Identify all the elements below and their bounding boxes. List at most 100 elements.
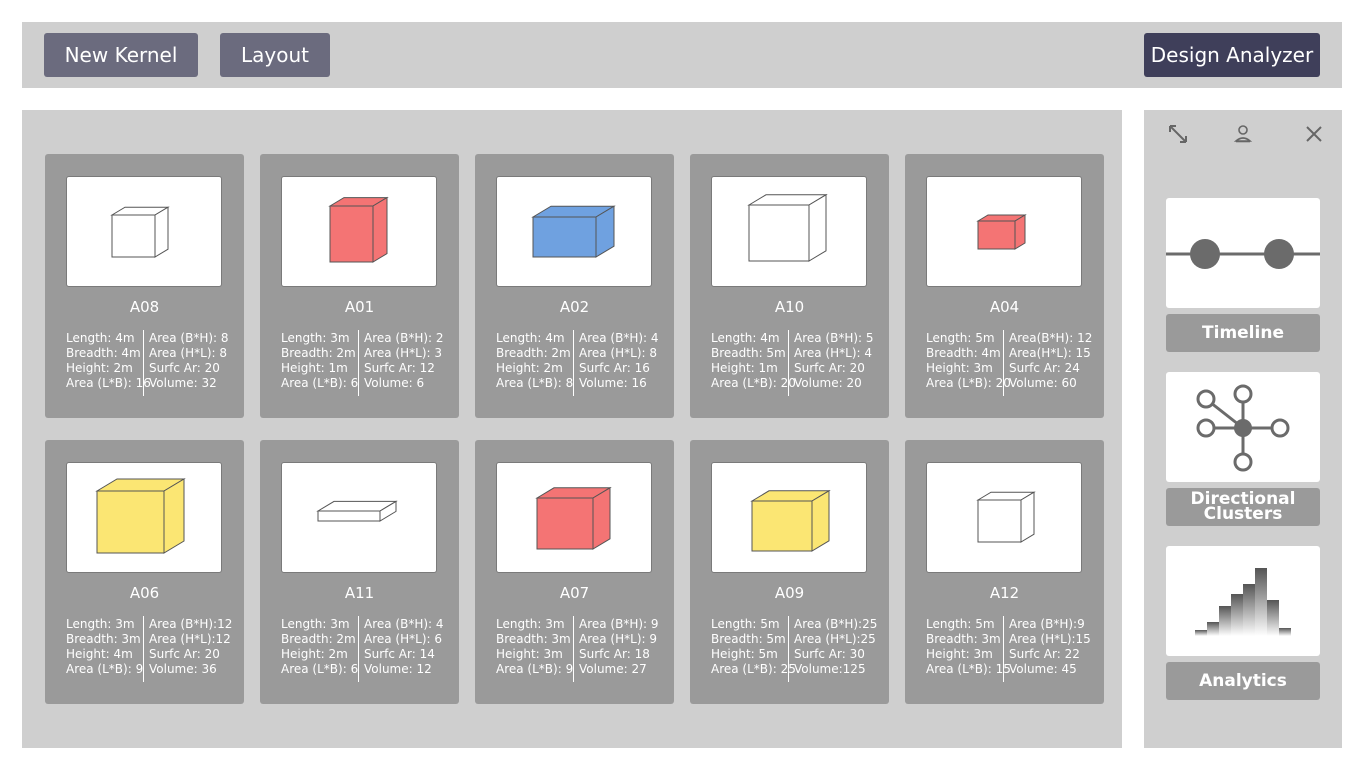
- kernel-card[interactable]: A08 Length: 4m Breadth: 4m Height: 2m Area (…: [45, 154, 244, 418]
- kernel-dimensions: Length: 4m Breadth: 5m Height: 1m Area (L*B…: [711, 331, 796, 391]
- dimension-line: Breadth: 5m: [711, 346, 786, 360]
- timeline-button[interactable]: Timeline: [1166, 314, 1320, 352]
- dimension-line: Length: 3m: [281, 617, 350, 631]
- timeline-icon: [1166, 239, 1320, 269]
- kernel-areas: Area (B*H): 9 Area (H*L): 9 Surfc Ar: 18 Vo…: [579, 617, 659, 677]
- dimension-line: Length: 5m: [926, 617, 995, 631]
- kernel-areas: Area (B*H):12 Area (H*L):12 Surfc Ar: 20 Vo…: [149, 617, 232, 677]
- dimension-line: Breadth: 4m: [66, 346, 141, 360]
- area-line: Area(B*H): 12: [1009, 331, 1093, 345]
- dimension-line: Length: 4m: [66, 331, 135, 345]
- kernel-name: A02: [559, 298, 590, 316]
- layout-button[interactable]: Layout: [220, 33, 330, 77]
- dimension-line: Area (L*B): 6: [281, 662, 359, 676]
- dimension-line: Area (L*B): 15: [926, 662, 1011, 676]
- stats-divider: [573, 330, 574, 396]
- area-line: Area (B*H): 4: [579, 331, 659, 345]
- kernel-card[interactable]: A01 Length: 3m Breadth: 2m Height: 1m Area (…: [260, 154, 459, 418]
- directional-clusters-button[interactable]: Directional Clusters: [1166, 488, 1320, 526]
- area-line: Surfc Ar: 12: [364, 361, 435, 375]
- kernel-thumbnail[interactable]: [711, 176, 867, 287]
- dimension-line: Area (L*B): 20: [926, 376, 1011, 390]
- kernel-areas: Area (B*H):9 Area (H*L):15 Surfc Ar: 22 Vol…: [1009, 617, 1091, 677]
- area-line: Volume: 20: [794, 376, 862, 390]
- dimension-line: Breadth: 3m: [66, 632, 141, 646]
- stats-divider: [1003, 616, 1004, 682]
- area-line: Area (H*L): 4: [794, 346, 872, 360]
- kernel-thumbnail[interactable]: [66, 176, 222, 287]
- new-kernel-button[interactable]: New Kernel: [44, 33, 198, 77]
- kernel-thumbnail[interactable]: [711, 462, 867, 573]
- area-line: Area (B*H):9: [1009, 617, 1085, 631]
- dimension-line: Length: 3m: [496, 617, 565, 631]
- kernel-name: A06: [129, 584, 160, 602]
- directional-clusters-tile[interactable]: [1166, 372, 1320, 482]
- user-icon[interactable]: [1231, 122, 1255, 146]
- clusters-label-line2: Clusters: [1203, 504, 1283, 524]
- kernel-card[interactable]: A11 Length: 3m Breadth: 2m Height: 2m Area (…: [260, 440, 459, 704]
- stats-divider: [788, 330, 789, 396]
- area-line: Volume:125: [794, 662, 866, 676]
- kernel-card[interactable]: A04 Length: 5m Breadth: 4m Height: 3m Area (…: [905, 154, 1104, 418]
- dimension-line: Height: 2m: [281, 647, 348, 661]
- kernel-areas: Area (B*H): 5 Area (H*L): 4 Surfc Ar: 20 Vo…: [794, 331, 874, 391]
- cube-icon: [750, 489, 831, 552]
- kernel-card[interactable]: A09 Length: 5m Breadth: 5m Height: 5m Area (…: [690, 440, 889, 704]
- area-line: Volume: 12: [364, 662, 432, 676]
- dimension-line: Length: 4m: [496, 331, 565, 345]
- kernel-card[interactable]: A12 Length: 5m Breadth: 3m Height: 3m Area (…: [905, 440, 1104, 704]
- timeline-tile[interactable]: [1166, 198, 1320, 308]
- dimension-line: Height: 3m: [926, 361, 993, 375]
- area-line: Volume: 45: [1009, 662, 1077, 676]
- resize-icon[interactable]: [1166, 122, 1190, 146]
- kernel-thumbnail[interactable]: [281, 176, 437, 287]
- dimension-line: Breadth: 3m: [496, 632, 571, 646]
- dimension-line: Height: 5m: [711, 647, 778, 661]
- kernel-card[interactable]: A10 Length: 4m Breadth: 5m Height: 1m Area (…: [690, 154, 889, 418]
- dimension-line: Height: 4m: [66, 647, 133, 661]
- kernel-thumbnail[interactable]: [926, 462, 1082, 573]
- histogram-icon: [1195, 568, 1291, 636]
- area-line: Area (H*L): 8: [579, 346, 657, 360]
- area-line: Area (B*H): 8: [149, 331, 229, 345]
- kernel-dimensions: Length: 4m Breadth: 4m Height: 2m Area (L*B…: [66, 331, 151, 391]
- area-line: Area (H*L):25: [794, 632, 876, 646]
- area-line: Surfc Ar: 16: [579, 361, 650, 375]
- cube-icon: [535, 486, 612, 550]
- area-line: Area (H*L): 3: [364, 346, 442, 360]
- area-line: Area (H*L): 6: [364, 632, 442, 646]
- dimension-line: Breadth: 5m: [711, 632, 786, 646]
- dimension-line: Breadth: 2m: [496, 346, 571, 360]
- kernel-name: A07: [559, 584, 590, 602]
- area-line: Area (B*H): 2: [364, 331, 444, 345]
- kernel-dimensions: Length: 5m Breadth: 3m Height: 3m Area (L*B…: [926, 617, 1011, 677]
- dimension-line: Height: 1m: [711, 361, 778, 375]
- cube-icon: [328, 196, 389, 263]
- kernel-dimensions: Length: 3m Breadth: 2m Height: 2m Area (L*B…: [281, 617, 358, 677]
- kernel-card[interactable]: A06 Length: 3m Breadth: 3m Height: 4m Area (…: [45, 440, 244, 704]
- stats-divider: [143, 616, 144, 682]
- kernel-name: A12: [989, 584, 1020, 602]
- kernel-thumbnail[interactable]: [496, 176, 652, 287]
- kernel-card[interactable]: A02 Length: 4m Breadth: 2m Height: 2m Area (…: [475, 154, 674, 418]
- dimension-line: Breadth: 4m: [926, 346, 1001, 360]
- stats-divider: [1003, 330, 1004, 396]
- cube-icon: [976, 214, 1027, 250]
- kernel-dimensions: Length: 3m Breadth: 2m Height: 1m Area (L*B…: [281, 331, 358, 391]
- close-icon[interactable]: [1302, 122, 1326, 146]
- analytics-tile[interactable]: [1166, 546, 1320, 656]
- dimension-line: Length: 5m: [926, 331, 995, 345]
- cube-icon: [531, 205, 616, 258]
- kernel-thumbnail[interactable]: [496, 462, 652, 573]
- kernel-card[interactable]: A07 Length: 3m Breadth: 3m Height: 3m Area (…: [475, 440, 674, 704]
- dimension-line: Area (L*B): 6: [281, 376, 359, 390]
- kernel-thumbnail[interactable]: [926, 176, 1082, 287]
- area-line: Surfc Ar: 20: [149, 361, 220, 375]
- area-line: Volume: 27: [579, 662, 647, 676]
- analytics-button[interactable]: Analytics: [1166, 662, 1320, 700]
- kernel-thumbnail[interactable]: [281, 462, 437, 573]
- area-line: Area (H*L): 8: [149, 346, 227, 360]
- design-analyzer-button[interactable]: Design Analyzer: [1144, 33, 1320, 77]
- kernel-thumbnail[interactable]: [66, 462, 222, 573]
- kernel-name: A04: [989, 298, 1020, 316]
